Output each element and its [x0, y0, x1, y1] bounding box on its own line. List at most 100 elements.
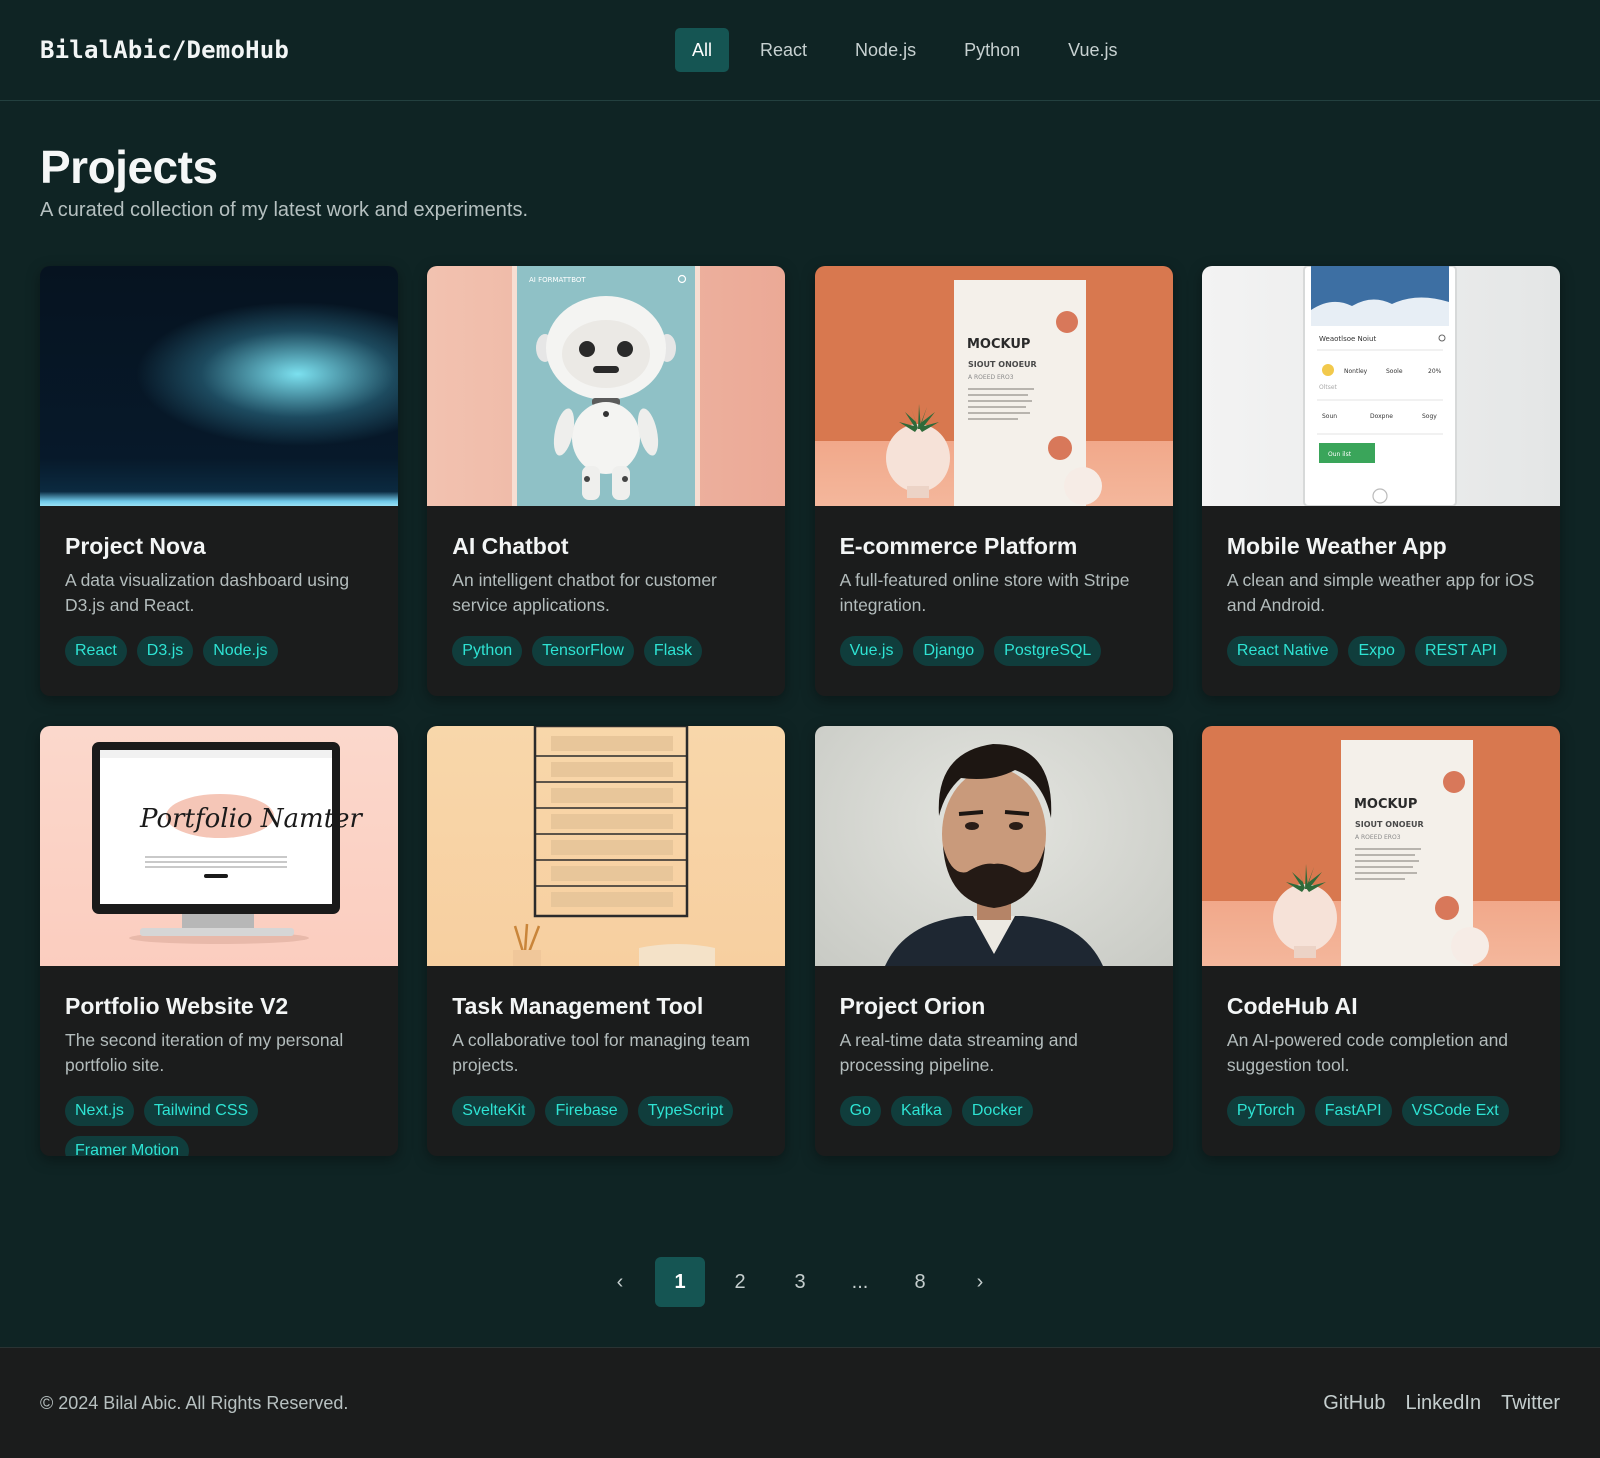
portfolio-script-text: Portfolio Namter — [139, 804, 364, 834]
tag-postgresql[interactable]: PostgreSQL — [994, 636, 1102, 666]
project-description: An AI-powered code completion and sugges… — [1226, 1030, 1509, 1075]
project-title: E-commerce Platform — [839, 533, 1078, 559]
card-body: Mobile Weather App A clean and simple we… — [1202, 506, 1560, 666]
weather-row2-c: Sogy — [1422, 413, 1437, 420]
project-card-codehub[interactable]: MOCKUP SIOUT ONOEUR A ROEED ERO3 CodeHub… — [1201, 726, 1560, 1156]
weather-button-text: Oun ilst — [1328, 451, 1352, 458]
robot-illustration: AI FORMATTBOT — [512, 266, 701, 506]
tag-sveltekit[interactable]: SvelteKit — [452, 1096, 536, 1126]
tag-flask[interactable]: Flask — [643, 636, 703, 666]
ecommerce-thumbnail: MOCKUP SIOUT ONOEUR A ROEED ERO3 — [814, 266, 1173, 506]
tag-expo[interactable]: Expo — [1348, 636, 1405, 666]
tag-list: React D3.js Node.js — [65, 636, 373, 666]
tag-react[interactable]: React — [65, 636, 127, 666]
tag-vuejs[interactable]: Vue.js — [839, 636, 904, 666]
mockup-small-text: A ROEED ERO3 — [1355, 834, 1401, 841]
card-body: AI Chatbot An intelligent chatbot for cu… — [427, 506, 785, 666]
copyright-text: © 2024 Bilal Abic. All Rights Reserved. — [40, 1392, 349, 1413]
tag-list: React Native Expo REST API — [1226, 636, 1535, 666]
page-8-button[interactable]: 8 — [895, 1257, 945, 1307]
phone-mockup: Weaotlsoe Noiut Nontley Soole 20% Oltset… — [1302, 266, 1457, 506]
card-body: E-commerce Platform A full-featured onli… — [815, 506, 1173, 666]
tag-pytorch[interactable]: PyTorch — [1226, 1096, 1305, 1126]
card-body: Project Orion A real-time data streaming… — [815, 966, 1173, 1126]
page-title: Projects — [40, 141, 218, 193]
project-description: A full-featured online store with Stripe… — [839, 570, 1130, 615]
mockup-small-text: A ROEED ERO3 — [968, 374, 1014, 381]
filter-nodejs[interactable]: Node.js — [838, 28, 933, 72]
weather-row2-a: Soun — [1322, 413, 1337, 420]
chat-app-header: AI FORMATTBOT — [529, 276, 586, 284]
linkedin-link[interactable]: LinkedIn — [1405, 1392, 1481, 1415]
filter-vuejs[interactable]: Vue.js — [1051, 28, 1134, 72]
filter-tabs: All React Node.js Python Vue.js — [675, 28, 1134, 72]
page-ellipsis: ... — [851, 1270, 869, 1293]
project-description: A data visualization dashboard using D3.… — [65, 570, 350, 615]
tag-kafka[interactable]: Kafka — [890, 1096, 952, 1126]
chevron-right-icon[interactable]: › — [955, 1257, 1005, 1307]
tag-firebase[interactable]: Firebase — [545, 1096, 628, 1126]
page-3-button[interactable]: 3 — [775, 1257, 825, 1307]
monitor-illustration: Portfolio Namter — [92, 742, 364, 944]
tag-d3js[interactable]: D3.js — [136, 636, 194, 666]
twitter-link[interactable]: Twitter — [1501, 1392, 1560, 1415]
tag-docker[interactable]: Docker — [961, 1096, 1033, 1126]
project-description: A real-time data streaming and processin… — [839, 1030, 1078, 1075]
tag-python[interactable]: Python — [452, 636, 523, 666]
project-card-ai-chatbot[interactable]: AI FORMATTBOT AI Chatbot An intelligent … — [427, 266, 786, 696]
mockup-subtitle: SIOUT ONOEUR — [968, 360, 1037, 369]
project-card-portfolio[interactable]: Portfolio Namter Portfolio Website V2 Th… — [40, 726, 398, 1156]
project-card-weather[interactable]: Weaotlsoe Noiut Nontley Soole 20% Oltset… — [1201, 266, 1560, 696]
page-footer: © 2024 Bilal Abic. All Rights Reserved. … — [0, 1347, 1600, 1458]
weather-row1-sub: Oltset — [1319, 384, 1338, 391]
project-title: Project Orion — [839, 993, 986, 1019]
tag-list: Go Kafka Docker — [839, 1096, 1148, 1126]
card-body: Portfolio Website V2 The second iteratio… — [40, 966, 398, 1156]
project-card-nova[interactable]: Project Nova A data visualization dashbo… — [40, 266, 398, 696]
tag-list: SvelteKit Firebase TypeScript — [452, 1096, 760, 1126]
tag-tensorflow[interactable]: TensorFlow — [532, 636, 634, 666]
project-card-task-management[interactable]: Task Management Tool A collaborative too… — [427, 726, 786, 1156]
filter-python[interactable]: Python — [947, 28, 1037, 72]
tag-nextjs[interactable]: Next.js — [65, 1096, 134, 1126]
mockup-subtitle: SIOUT ONOEUR — [1355, 820, 1424, 829]
filter-react[interactable]: React — [743, 28, 824, 72]
tag-framer-motion[interactable]: Framer Motion — [65, 1136, 190, 1156]
project-description: A collaborative tool for managing team p… — [452, 1030, 750, 1075]
card-body: Project Nova A data visualization dashbo… — [40, 506, 398, 666]
tag-tailwind-css[interactable]: Tailwind CSS — [143, 1096, 259, 1126]
mockup-title: MOCKUP — [967, 337, 1030, 352]
brand-logo[interactable]: BilalAbic/DemoHub — [40, 36, 289, 64]
weather-row2-b: Doxpne — [1370, 413, 1393, 420]
portrait-illustration — [884, 744, 1103, 966]
filter-all[interactable]: All — [675, 28, 730, 72]
top-navigation: BilalAbic/DemoHub All React Node.js Pyth… — [0, 0, 1600, 101]
footer-links: GitHub LinkedIn Twitter — [1323, 1392, 1560, 1415]
github-link[interactable]: GitHub — [1323, 1392, 1385, 1415]
tag-django[interactable]: Django — [913, 636, 985, 666]
chevron-left-icon[interactable]: ‹ — [595, 1257, 645, 1307]
weather-app-thumbnail: Weaotlsoe Noiut Nontley Soole 20% Oltset… — [1201, 266, 1560, 506]
tag-list: Vue.js Django PostgreSQL — [839, 636, 1148, 666]
tag-typescript[interactable]: TypeScript — [637, 1096, 734, 1126]
weather-row1-b: Soole — [1386, 368, 1403, 375]
page-2-button[interactable]: 2 — [715, 1257, 765, 1307]
project-card-ecommerce[interactable]: MOCKUP SIOUT ONOEUR A ROEED ERO3 E-comme… — [814, 266, 1173, 696]
tag-go[interactable]: Go — [839, 1096, 881, 1126]
weather-row1-c: 20% — [1428, 368, 1442, 375]
task-tool-thumbnail — [427, 726, 786, 966]
tag-rest-api[interactable]: REST API — [1414, 636, 1507, 666]
page-1-button[interactable]: 1 — [655, 1257, 705, 1307]
page-subtitle: A curated collection of my latest work a… — [40, 199, 529, 221]
tag-react-native[interactable]: React Native — [1226, 636, 1339, 666]
project-title: CodeHub AI — [1226, 993, 1358, 1019]
project-grid: Project Nova A data visualization dashbo… — [40, 266, 1560, 1156]
tag-fastapi[interactable]: FastAPI — [1314, 1096, 1392, 1126]
tag-nodejs[interactable]: Node.js — [203, 636, 278, 666]
tag-vscode-ext[interactable]: VSCode Ext — [1401, 1096, 1509, 1126]
project-title: AI Chatbot — [452, 533, 569, 559]
card-body: CodeHub AI An AI-powered code completion… — [1202, 966, 1560, 1126]
codehub-thumbnail: MOCKUP SIOUT ONOEUR A ROEED ERO3 — [1201, 726, 1560, 966]
project-card-orion[interactable]: Project Orion A real-time data streaming… — [814, 726, 1173, 1156]
ai-chatbot-thumbnail: AI FORMATTBOT — [427, 266, 786, 506]
